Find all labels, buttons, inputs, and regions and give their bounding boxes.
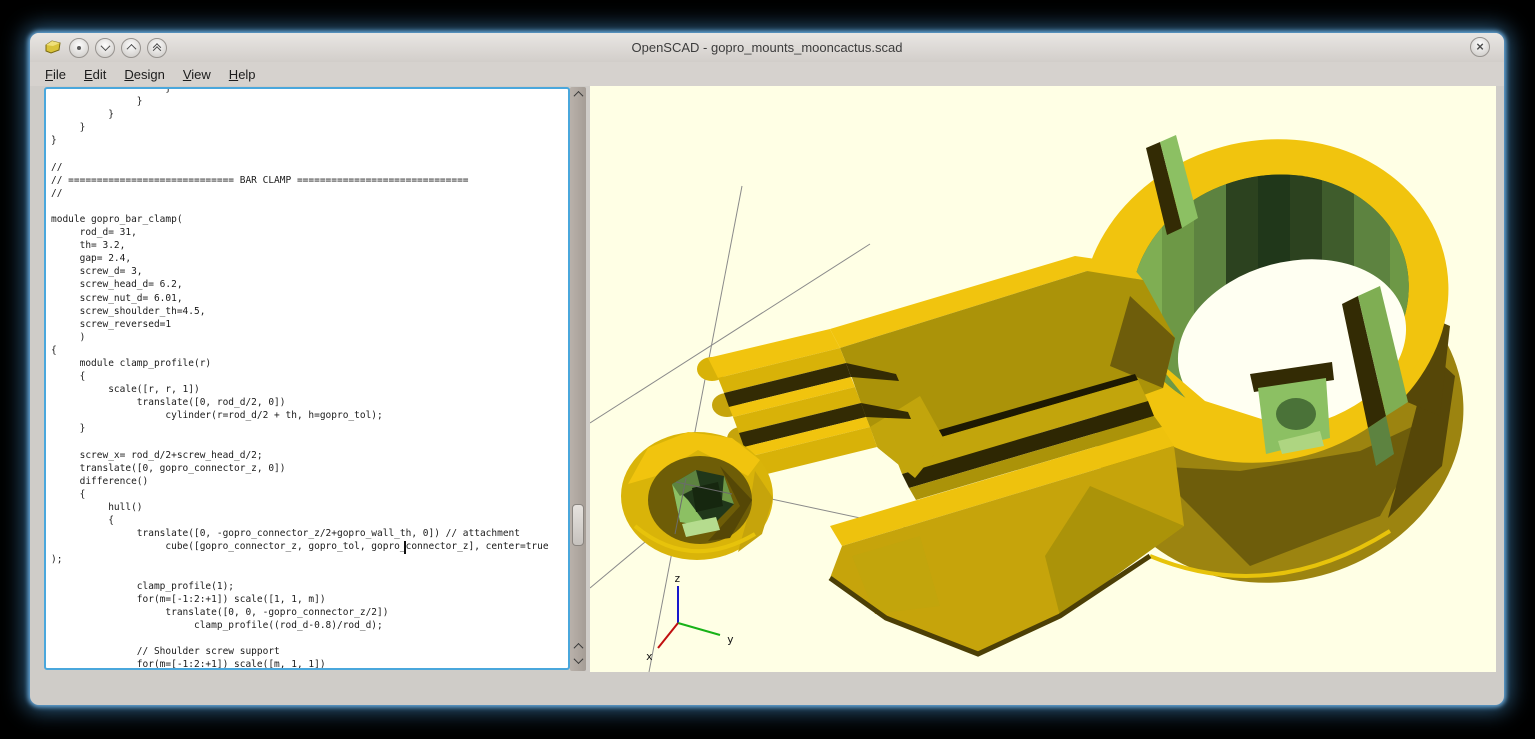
menubar: FileEditDesignViewHelp	[30, 62, 1504, 86]
chevron-down-icon	[100, 41, 110, 51]
scroll-up2-icon[interactable]	[575, 643, 582, 650]
scrollbar-thumb[interactable]	[572, 504, 584, 546]
pin-button[interactable]	[69, 38, 89, 58]
render-canvas: z y x	[590, 86, 1496, 672]
axis-label-y: y	[727, 633, 734, 646]
pin-icon	[77, 46, 81, 50]
double-chevron-up-icon	[154, 43, 160, 52]
chevron-up-icon	[126, 44, 136, 54]
titlebar[interactable]: OpenSCAD - gopro_mounts_mooncactus.scad …	[30, 33, 1504, 62]
text-cursor	[404, 541, 406, 554]
menu-view[interactable]: View	[174, 65, 220, 84]
menu-design[interactable]: Design	[115, 65, 173, 84]
axis-label-z: z	[674, 572, 681, 585]
close-button[interactable]: ×	[1470, 37, 1490, 57]
scroll-up-icon[interactable]	[575, 91, 582, 98]
model-arm	[830, 256, 1184, 654]
app-icon[interactable]	[44, 39, 63, 56]
menu-edit[interactable]: Edit	[75, 65, 115, 84]
window-title: OpenSCAD - gopro_mounts_mooncactus.scad	[30, 40, 1504, 55]
code-text[interactable]: } } } } } // // ========================…	[46, 87, 568, 670]
menu-file[interactable]: File	[36, 65, 75, 84]
code-editor[interactable]: } } } } } // // ========================…	[44, 87, 570, 670]
editor-scrollbar[interactable]	[570, 87, 586, 671]
scroll-down-icon[interactable]	[575, 657, 582, 664]
model-connector-cylinder	[621, 432, 773, 560]
main-area: } } } } } // // ========================…	[30, 86, 1504, 672]
desktop-background: OpenSCAD - gopro_mounts_mooncactus.scad …	[0, 0, 1535, 739]
world-axis-line-z	[649, 186, 742, 672]
openscad-window: OpenSCAD - gopro_mounts_mooncactus.scad …	[30, 33, 1504, 705]
keep-above-button[interactable]	[147, 38, 167, 58]
axis-label-x: x	[646, 650, 653, 663]
minimize-button[interactable]	[95, 38, 115, 58]
3d-viewport[interactable]: z y x	[590, 86, 1496, 672]
maximize-button[interactable]	[121, 38, 141, 58]
menu-help[interactable]: Help	[220, 65, 265, 84]
